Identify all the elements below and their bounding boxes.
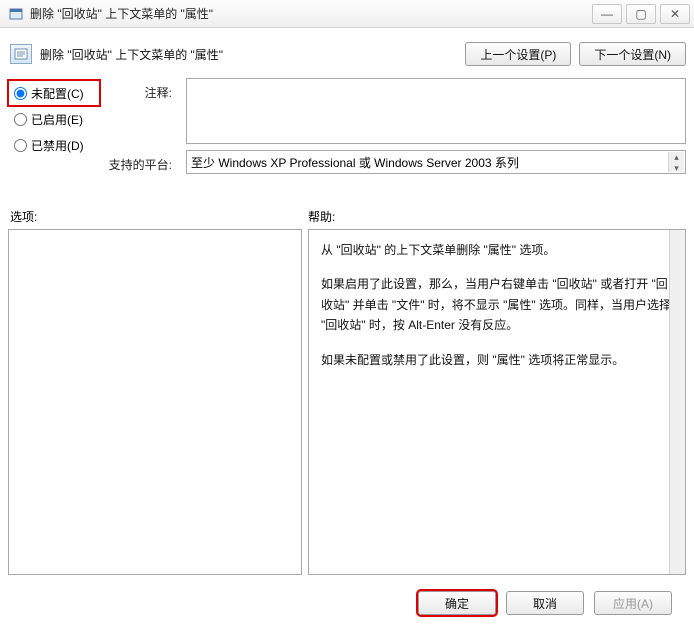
ok-button[interactable]: 确定 bbox=[418, 591, 496, 615]
previous-setting-button[interactable]: 上一个设置(P) bbox=[465, 42, 571, 66]
radio-disabled-label: 已禁用(D) bbox=[31, 137, 84, 154]
radio-disabled-input[interactable] bbox=[14, 139, 27, 152]
options-label: 选项: bbox=[10, 208, 308, 225]
chevron-up-icon: ▴ bbox=[674, 152, 679, 163]
platform-field: 至少 Windows XP Professional 或 Windows Ser… bbox=[186, 150, 686, 174]
page-title: 删除 "回收站" 上下文菜单的 "属性" bbox=[40, 46, 457, 63]
platform-scrollbar[interactable]: ▴ ▾ bbox=[668, 152, 684, 172]
comment-textarea[interactable] bbox=[186, 78, 686, 144]
maximize-button[interactable]: ▢ bbox=[626, 4, 656, 24]
radio-disabled[interactable]: 已禁用(D) bbox=[8, 132, 100, 158]
cancel-button[interactable]: 取消 bbox=[506, 591, 584, 615]
help-scrollbar[interactable] bbox=[669, 230, 685, 574]
radio-enabled-input[interactable] bbox=[14, 113, 27, 126]
radio-not-configured-input[interactable] bbox=[14, 87, 27, 100]
platform-value: 至少 Windows XP Professional 或 Windows Ser… bbox=[191, 154, 519, 171]
policy-icon bbox=[10, 44, 32, 64]
titlebar: 删除 "回收站" 上下文菜单的 "属性" — ▢ ✕ bbox=[0, 0, 694, 28]
footer: 确定 取消 应用(A) bbox=[8, 583, 686, 625]
help-paragraph: 如果启用了此设置，那么，当用户右键单击 "回收站" 或者打开 "回收站" 并单击… bbox=[321, 274, 673, 335]
help-paragraph: 如果未配置或禁用了此设置，则 "属性" 选项将正常显示。 bbox=[321, 350, 673, 370]
apply-button[interactable]: 应用(A) bbox=[594, 591, 672, 615]
options-panel bbox=[8, 229, 302, 575]
platform-label: 支持的平台: bbox=[108, 148, 178, 174]
radio-enabled-label: 已启用(E) bbox=[31, 111, 83, 128]
radio-enabled[interactable]: 已启用(E) bbox=[8, 106, 100, 132]
comment-label: 注释: bbox=[108, 78, 178, 148]
chevron-down-icon: ▾ bbox=[674, 163, 679, 174]
help-label: 帮助: bbox=[308, 208, 335, 225]
header: 删除 "回收站" 上下文菜单的 "属性" 上一个设置(P) 下一个设置(N) bbox=[8, 36, 686, 78]
radio-not-configured[interactable]: 未配置(C) bbox=[8, 80, 100, 106]
app-icon bbox=[8, 6, 24, 22]
close-button[interactable]: ✕ bbox=[660, 4, 690, 24]
next-setting-button[interactable]: 下一个设置(N) bbox=[579, 42, 686, 66]
minimize-button[interactable]: — bbox=[592, 4, 622, 24]
radio-not-configured-label: 未配置(C) bbox=[31, 85, 84, 102]
help-panel: 从 "回收站" 的上下文菜单删除 "属性" 选项。 如果启用了此设置，那么，当用… bbox=[308, 229, 686, 575]
window-title: 删除 "回收站" 上下文菜单的 "属性" bbox=[30, 5, 592, 22]
help-paragraph: 从 "回收站" 的上下文菜单删除 "属性" 选项。 bbox=[321, 240, 673, 260]
